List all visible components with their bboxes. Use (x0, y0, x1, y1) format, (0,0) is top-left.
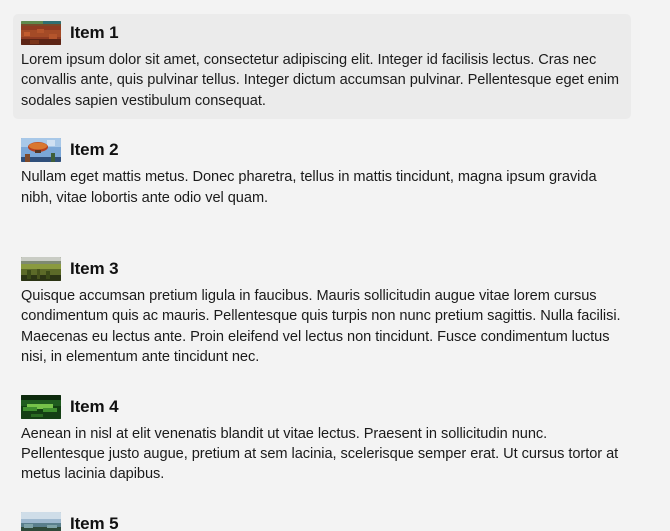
list-item-body: Nullam eget mattis metus. Donec pharetra… (21, 169, 597, 206)
list-item[interactable]: Item 2 Nullam eget mattis metus. Donec p… (13, 131, 631, 216)
list-item[interactable]: Item 3 Quisque accumsan pretium ligula i… (13, 250, 631, 376)
list-item-title: Item 1 (70, 23, 119, 42)
list-item-header: Item 1 (21, 20, 623, 46)
poppy-field-thumbnail (21, 21, 61, 45)
list-item-body: Quisque accumsan pretium ligula in fauci… (21, 288, 621, 366)
list-item-header: Item 2 (21, 137, 623, 163)
list-item[interactable]: Item 4 Aenean in nisl at elit venenatis … (13, 388, 631, 493)
list-item-body: Lorem ipsum dolor sit amet, consectetur … (21, 52, 620, 109)
list-item-title: Item 2 (70, 140, 119, 160)
list-item-header: Item 5 (21, 511, 623, 531)
list-item[interactable]: Item 5 Ut consequat magna luctus justo e… (13, 505, 631, 531)
vertical-scrollbar-track[interactable] (623, 14, 629, 517)
coastline-thumbnail (21, 511, 61, 531)
list-item-header: Item 3 (21, 256, 623, 282)
list-item-title: Item 3 (70, 259, 119, 279)
green-leaves-thumbnail (21, 394, 61, 419)
grass-field-thumbnail (21, 257, 61, 282)
list-item-body: Aenean in nisl at elit venenatis blandit… (21, 425, 619, 483)
list-item[interactable]: Item 1 Lorem ipsum dolor sit amet, conse… (13, 14, 631, 120)
list-view[interactable]: Item 1 Lorem ipsum dolor sit amet, conse… (0, 0, 670, 531)
list-item-header: Item 4 (21, 394, 623, 420)
list-item-title: Item 4 (70, 396, 119, 416)
hot-air-balloon-thumbnail (21, 138, 61, 163)
list-item-title: Item 5 (70, 513, 119, 531)
